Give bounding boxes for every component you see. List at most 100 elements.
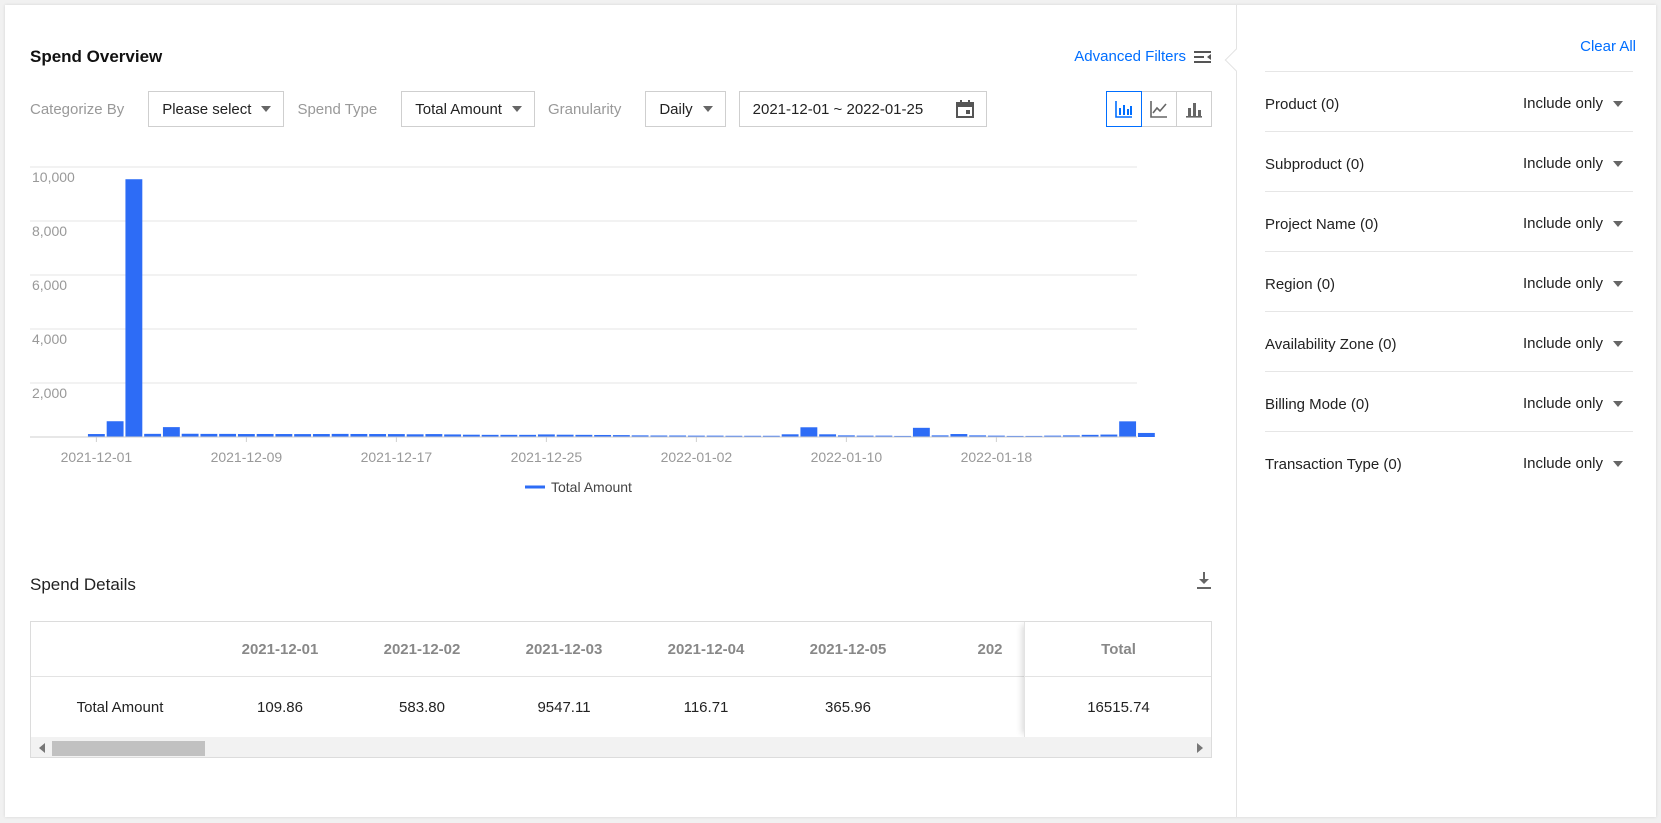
caret-down-icon <box>1613 400 1623 407</box>
filter-name: Region (0) <box>1265 276 1336 293</box>
filter-list-icon <box>1194 50 1211 63</box>
caret-down-icon <box>1613 160 1623 167</box>
include-only-select[interactable]: Include only <box>1523 215 1623 232</box>
include-only-label: Include only <box>1522 95 1603 112</box>
daily-bar-view-button[interactable] <box>1106 91 1142 127</box>
advanced-filters-panel: Clear All Product (0) Include only Subpr… <box>1237 5 1656 817</box>
advanced-filters-button[interactable]: Advanced Filters <box>1074 48 1212 65</box>
bar <box>125 179 143 437</box>
filter-row-region: Region (0) Include only <box>1265 251 1633 315</box>
caret-down-icon <box>511 106 522 112</box>
table-cell: 583.80 <box>399 698 445 716</box>
include-only-select[interactable]: Include only <box>1523 395 1623 412</box>
caret-down-icon <box>1613 220 1623 227</box>
bar <box>800 427 818 437</box>
include-only-label: Include only <box>1522 395 1603 412</box>
filter-row-project-name: Project Name (0) Include only <box>1265 191 1633 255</box>
bar <box>1119 421 1137 437</box>
column-view-button[interactable] <box>1176 91 1212 127</box>
page-title: Spend Overview <box>30 47 163 66</box>
x-tick-label: 2021-12-09 <box>211 449 283 465</box>
date-range-value: 2021-12-01 ~ 2022-01-25 <box>752 100 924 118</box>
filter-row-availability-zone: Availability Zone (0) Include only <box>1265 311 1633 375</box>
include-only-select[interactable]: Include only <box>1523 155 1623 172</box>
spend-details-table: 2021-12-01 2021-12-02 2021-12-03 2021-12… <box>30 621 1212 758</box>
chart-view-toggle <box>1106 91 1212 127</box>
filter-row-transaction-type: Transaction Type (0) Include only <box>1265 431 1633 495</box>
x-tick-label: 2021-12-25 <box>511 449 583 465</box>
row-label: Total Amount <box>76 698 164 716</box>
table-cell: 116.71 <box>683 698 729 716</box>
categorize-by-select[interactable]: Please select <box>148 91 285 127</box>
filter-bar: Categorize By Please select Spend Type T… <box>30 91 1000 127</box>
caret-down-icon <box>1613 100 1623 107</box>
include-only-label: Include only <box>1522 275 1603 292</box>
date-range-picker[interactable]: 2021-12-01 ~ 2022-01-25 <box>738 91 987 127</box>
x-tick-label: 2022-01-02 <box>661 449 733 465</box>
bar <box>912 427 930 437</box>
include-only-select[interactable]: Include only <box>1523 455 1623 472</box>
advanced-filters-label: Advanced Filters <box>1074 48 1186 65</box>
filter-row-billing-mode: Billing Mode (0) Include only <box>1265 371 1633 435</box>
table-cell: 9547.11 <box>537 698 591 716</box>
filter-row-product: Product (0) Include only <box>1265 71 1633 135</box>
y-tick-label: 6,000 <box>32 277 67 293</box>
include-only-select[interactable]: Include only <box>1523 95 1623 112</box>
bar <box>162 427 180 437</box>
granularity-select[interactable]: Daily <box>645 91 726 127</box>
spend-type-label: Spend Type <box>297 100 378 118</box>
bar-chart-icon <box>1186 103 1202 118</box>
spend-type-value: Total Amount <box>415 100 502 118</box>
clear-all-link[interactable]: Clear All <box>1580 38 1636 55</box>
header-cell: 2021-12-02 <box>383 640 461 658</box>
table-cell: 365.96 <box>825 698 871 716</box>
legend-label: Total Amount <box>551 479 632 495</box>
caret-down-icon <box>1613 280 1623 287</box>
header-cell: 2021-12-03 <box>525 640 603 658</box>
spend-type-select[interactable]: Total Amount <box>401 91 535 127</box>
caret-down-icon <box>1613 340 1623 347</box>
caret-down-icon <box>1613 460 1623 467</box>
include-only-label: Include only <box>1522 155 1603 172</box>
filter-name: Availability Zone (0) <box>1265 336 1397 353</box>
total-column: Total 16515.74 <box>1024 622 1211 737</box>
x-tick-label: 2022-01-18 <box>961 449 1033 465</box>
filter-name: Transaction Type (0) <box>1265 456 1402 473</box>
total-header: Total <box>1025 622 1211 677</box>
scroll-right-arrow-icon[interactable] <box>1197 743 1203 753</box>
include-only-select[interactable]: Include only <box>1523 275 1623 292</box>
x-tick-label: 2022-01-10 <box>811 449 883 465</box>
scrollbar-thumb[interactable] <box>52 741 205 756</box>
include-only-label: Include only <box>1522 335 1603 352</box>
categorize-by-value: Please select <box>162 100 252 118</box>
app-frame: Spend Overview Advanced Filters Categori… <box>5 5 1656 817</box>
line-view-button[interactable] <box>1141 91 1177 127</box>
table-cell: 109.86 <box>257 698 303 716</box>
header-cell <box>31 622 209 676</box>
scroll-left-arrow-icon[interactable] <box>39 743 45 753</box>
include-only-select[interactable]: Include only <box>1523 335 1623 352</box>
include-only-label: Include only <box>1522 215 1603 232</box>
categorize-by-label: Categorize By <box>30 100 125 118</box>
caret-down-icon <box>261 106 272 112</box>
bar <box>106 421 124 437</box>
y-tick-label: 2,000 <box>32 385 67 401</box>
spend-details-title: Spend Details <box>30 575 136 594</box>
total-value: 16515.74 <box>1087 698 1150 716</box>
spend-bar-chart: 2,000 4,000 6,000 8,000 10,000 2021-12-01 2021… <box>30 166 1155 495</box>
header-cell: 2021-12-04 <box>667 640 745 658</box>
header-cell: 2021-12-01 <box>241 640 319 658</box>
calendar-icon <box>955 100 974 118</box>
granularity-label: Granularity <box>547 100 622 118</box>
horizontal-scrollbar[interactable] <box>31 737 1211 757</box>
bar <box>1137 432 1155 437</box>
header-cell: 2021-12-05 <box>809 640 887 658</box>
granularity-value: Daily <box>659 100 693 118</box>
y-tick-label: 8,000 <box>32 223 67 239</box>
download-button[interactable] <box>1196 572 1212 595</box>
x-tick-label: 2021-12-01 <box>61 449 133 465</box>
filter-name: Product (0) <box>1265 96 1340 113</box>
y-tick-label: 4,000 <box>32 331 67 347</box>
download-icon <box>1197 572 1211 589</box>
filter-name: Project Name (0) <box>1265 216 1379 233</box>
